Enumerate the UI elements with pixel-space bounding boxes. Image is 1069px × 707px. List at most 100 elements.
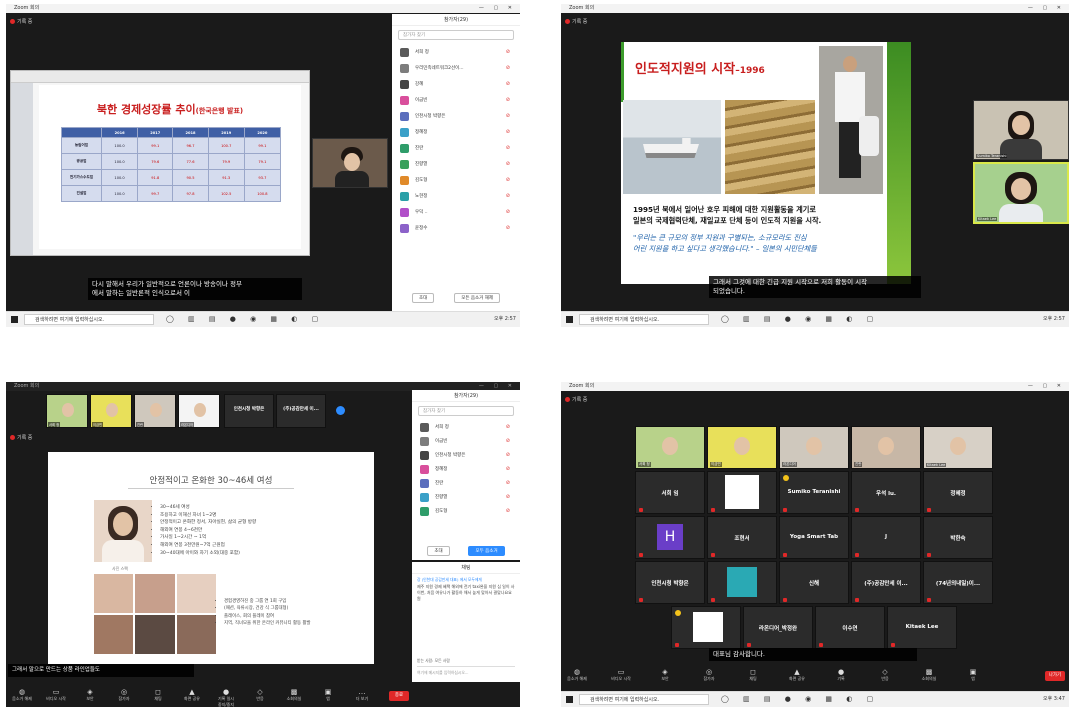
participant-item[interactable]: 진향열 ⊘ (392, 156, 520, 172)
drawing-thumbnail (725, 475, 759, 509)
toolbar-item[interactable]: ◇ 반응 (250, 688, 270, 702)
taskbar-apps[interactable]: ◯ ▥ ▤ ● ◉ ▦ ◐ ▢ (166, 315, 324, 323)
bullet-item: 경험경영하진 중 그룹 연 1회 구입 (224, 598, 364, 605)
participant-item[interactable]: 우리민족네트워크2선이... ⊘ (392, 60, 520, 76)
bullet-item: 조용하고 이해선 자녀 1~2명 (160, 512, 360, 520)
mic-muted-icon[interactable]: ⊘ (506, 97, 510, 103)
participant-item[interactable]: 강혜 ⊘ (392, 76, 520, 92)
toolbar-item[interactable]: … 더 보기 (352, 688, 372, 702)
participant-item[interactable]: 이금빈 ⊘ (412, 434, 520, 448)
row-label: 전기가스수도업 (61, 169, 102, 186)
mic-muted-icon[interactable]: ⊘ (506, 424, 510, 430)
participant-item[interactable]: 이금빈 ⊘ (392, 92, 520, 108)
mic-muted-icon[interactable]: ⊘ (506, 161, 510, 167)
toolbar-item[interactable]: ◻ 채팅 (148, 688, 168, 702)
table-row: 전기가스수도업 100.0 91.8 90.5 91.3 93.7 (61, 169, 282, 186)
video-name: 진란 (136, 422, 145, 427)
toolbar-item[interactable]: ◎ 참가자 (114, 688, 134, 702)
mic-muted-icon[interactable]: ⊘ (506, 480, 510, 486)
table-cell: 100.8 (243, 185, 282, 202)
toolbar-item[interactable]: ▭ 비디오 시작 (611, 668, 631, 682)
participant-item[interactable]: 진란 ⊘ (412, 476, 520, 490)
taskbar-search[interactable]: 검색하려면 여기에 입력하십시오. (24, 314, 154, 325)
taskbar-apps[interactable]: ◯ ▥ ▤ ● ◉ ▦ ◐ ▢ (721, 315, 879, 323)
taskbar-apps[interactable]: ◯ ▥ ▤ ● ◉ ▦ ◐ ▢ (721, 695, 879, 703)
mic-muted-icon[interactable]: ⊘ (506, 129, 510, 135)
toolbar-item[interactable]: ◍ 음소거 해제 (567, 668, 587, 682)
avatar (420, 422, 429, 432)
end-meeting-button[interactable]: 종료 (389, 691, 409, 701)
mic-muted-icon[interactable]: ⊘ (506, 438, 510, 444)
toolbar-icon: ▲ (794, 668, 800, 676)
toolbar-item[interactable]: ▭ 비디오 시작 (46, 688, 66, 702)
mic-muted-icon[interactable]: ⊘ (506, 209, 510, 215)
start-button[interactable] (11, 316, 18, 323)
participant-item[interactable]: 정혜정 ⊘ (392, 124, 520, 140)
toolbar-item[interactable]: ▣ 앱 (963, 668, 983, 682)
chat-recipient[interactable]: 받는 사람: 모든 사람 (417, 658, 450, 664)
windows-taskbar: 검색하려면 여기에 입력하십시오. ◯ ▥ ▤ ● ◉ ▦ ◐ ▢ 오후 2:5… (561, 311, 1069, 327)
participant-item[interactable]: 윤정수 ⊘ (392, 220, 520, 236)
taskbar-search[interactable]: 검색하려면 여기에 입력하십시오. (579, 694, 709, 705)
participant-item[interactable]: 서희 정 ⊘ (392, 44, 520, 60)
toolbar-item[interactable]: ◻ 채팅 (743, 668, 763, 682)
participant-item[interactable]: 진향열 ⊘ (412, 490, 520, 504)
toolbar-item[interactable]: ◈ 보안 (80, 688, 100, 702)
name-tile: J (851, 516, 921, 559)
participant-item[interactable]: 우덕 .. ⊘ (392, 204, 520, 220)
start-button[interactable] (566, 316, 573, 323)
toolbar-item[interactable]: ● 기록 (831, 668, 851, 682)
participant-item[interactable]: 서희 정 ⊘ (412, 420, 520, 434)
chat-input[interactable]: 여기에 메시지를 입력하십시오... (417, 666, 515, 678)
toolbar-item[interactable]: ▩ 소회의실 (284, 688, 304, 702)
mic-muted-icon[interactable]: ⊘ (506, 452, 510, 458)
participant-item[interactable]: 인천시청 박향은 ⊘ (392, 108, 520, 124)
toolbar-item[interactable]: ● 기록 일시 중지/중지 (216, 688, 236, 707)
mic-muted-icon (711, 508, 715, 512)
toolbar-item[interactable]: ▲ 화면 공유 (182, 688, 202, 702)
unmute-all-button[interactable]: 모든 음소거 해제 (454, 293, 501, 303)
toolbar-item[interactable]: ▲ 화면 공유 (787, 668, 807, 682)
toolbar-item[interactable]: ◎ 참가자 (699, 668, 719, 682)
participant-item[interactable]: 인천시청 박향은 ⊘ (412, 448, 520, 462)
taskbar-search[interactable]: 검색하려면 여기에 입력하십시오. (579, 314, 709, 325)
quadrant-bottom-left: Zoom 회의 — ▢ ✕ 서희 정 이금빈 진란 라온디어 인천시청 박향은 (주)공감만… (6, 382, 520, 707)
mute-all-button[interactable]: 모두 음소거 (468, 546, 505, 556)
toolbar-item[interactable]: ▩ 소회의실 (919, 668, 939, 682)
name-tile: Sumiko Teranishi (779, 471, 849, 514)
mic-muted-icon[interactable]: ⊘ (506, 65, 510, 71)
participant-item[interactable]: 진란 ⊘ (392, 140, 520, 156)
participant-name: 인천시청 박향은 (415, 114, 446, 119)
mic-muted-icon[interactable]: ⊘ (506, 508, 510, 514)
mic-muted-icon[interactable]: ⊘ (506, 49, 510, 55)
leave-button[interactable]: 나가기 (1045, 671, 1065, 681)
mic-muted-icon (675, 643, 679, 647)
participant-name: 인천시청 박향은 (435, 453, 466, 458)
mic-muted-icon[interactable]: ⊘ (506, 494, 510, 500)
mic-muted-icon[interactable]: ⊘ (506, 145, 510, 151)
participant-search[interactable]: 참가자 찾기 (398, 30, 514, 40)
mic-muted-icon (855, 508, 859, 512)
start-button[interactable] (566, 696, 573, 703)
participant-item[interactable]: 김도형 ⊘ (392, 172, 520, 188)
participant-search[interactable]: 참가자 찾기 (418, 406, 514, 416)
participant-item[interactable]: 정혜정 ⊘ (412, 462, 520, 476)
mic-muted-icon[interactable]: ⊘ (506, 113, 510, 119)
invite-button[interactable]: 초대 (427, 546, 450, 556)
persona-bullets: 30~46세 여성조용하고 이해선 자녀 1~2명안정적이고 온화한 정서, 자… (160, 504, 360, 557)
avatar (400, 143, 409, 153)
participant-item[interactable]: 김도형 ⊘ (412, 504, 520, 518)
share-status-icon[interactable] (336, 406, 345, 415)
toolbar-item[interactable]: ◇ 반응 (875, 668, 895, 682)
mic-muted-icon[interactable]: ⊘ (506, 225, 510, 231)
participant-list: 서희 정 ⊘ 이금빈 ⊘ 인천시청 박향은 ⊘ 정혜정 ⊘ 진란 ⊘ 진향열 ⊘ 김도형 ⊘ (412, 420, 520, 518)
mic-muted-icon[interactable]: ⊘ (506, 466, 510, 472)
invite-button[interactable]: 초대 (411, 293, 435, 303)
mic-muted-icon[interactable]: ⊘ (506, 81, 510, 87)
toolbar-item[interactable]: ◍ 음소거 해제 (12, 688, 32, 702)
toolbar-item[interactable]: ▣ 앱 (318, 688, 338, 702)
toolbar-item[interactable]: ◈ 보안 (655, 668, 675, 682)
mic-muted-icon[interactable]: ⊘ (506, 177, 510, 183)
participant-item[interactable]: 노현정 ⊘ (392, 188, 520, 204)
mic-muted-icon[interactable]: ⊘ (506, 193, 510, 199)
